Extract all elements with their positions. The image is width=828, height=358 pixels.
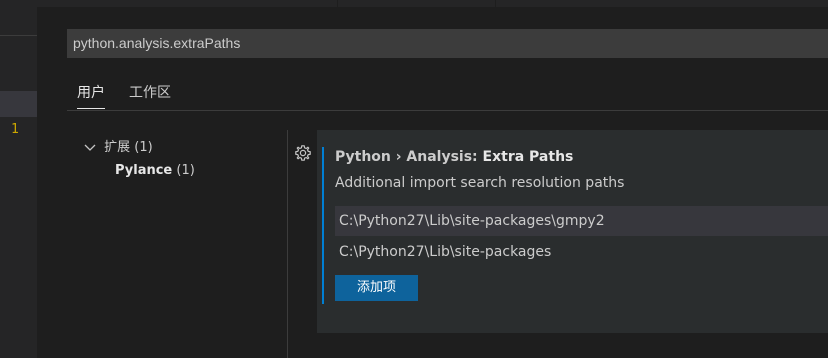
tab-separator bbox=[337, 0, 338, 7]
settings-search-input[interactable]: python.analysis.extraPaths bbox=[67, 29, 828, 58]
divider bbox=[0, 35, 37, 36]
toc-item-pylance[interactable]: Pylance (1) bbox=[115, 163, 195, 178]
search-input-value[interactable]: python.analysis.extraPaths bbox=[73, 35, 240, 51]
tab-user[interactable]: 用户 bbox=[77, 82, 105, 109]
setting-category: Python › Analysis: bbox=[335, 149, 483, 165]
list-item-value[interactable]: C:\Python27\Lib\site-packages bbox=[339, 244, 551, 260]
setting-key: Extra Paths bbox=[482, 149, 574, 165]
gear-icon[interactable] bbox=[294, 144, 312, 162]
toc-item-label: Pylance bbox=[115, 163, 173, 178]
toc-item-count: (1) bbox=[176, 163, 195, 178]
selected-line-highlight bbox=[0, 91, 37, 117]
toc-group-extensions[interactable]: 扩展 (1) bbox=[84, 136, 153, 155]
scope-tabs: 用户 工作区 bbox=[67, 80, 828, 110]
toc-group-count: (1) bbox=[134, 140, 153, 155]
setting-focus-indicator bbox=[322, 147, 324, 304]
editor-gutter: 1 bbox=[0, 0, 37, 358]
toc-group-label: 扩展 bbox=[104, 140, 131, 155]
tab-workspace[interactable]: 工作区 bbox=[129, 82, 171, 108]
setting-description: Additional import search resolution path… bbox=[335, 175, 625, 191]
list-item[interactable]: C:\Python27\Lib\site-packages\gmpy2 bbox=[335, 206, 828, 236]
add-item-button[interactable]: 添加项 bbox=[335, 275, 418, 301]
tab-separator bbox=[495, 0, 496, 7]
setting-title: Python › Analysis: Extra Paths bbox=[335, 149, 573, 165]
list-item-value[interactable]: C:\Python27\Lib\site-packages\gmpy2 bbox=[339, 213, 605, 229]
list-item[interactable]: C:\Python27\Lib\site-packages bbox=[335, 237, 828, 267]
panel-divider bbox=[287, 130, 288, 358]
tabs-divider bbox=[67, 110, 828, 111]
chevron-down-icon[interactable] bbox=[84, 140, 100, 155]
tab-bar bbox=[37, 0, 828, 7]
line-number: 1 bbox=[11, 122, 19, 137]
settings-editor: 1 python.analysis.extraPaths 用户 工作区 扩展 (… bbox=[0, 0, 828, 358]
